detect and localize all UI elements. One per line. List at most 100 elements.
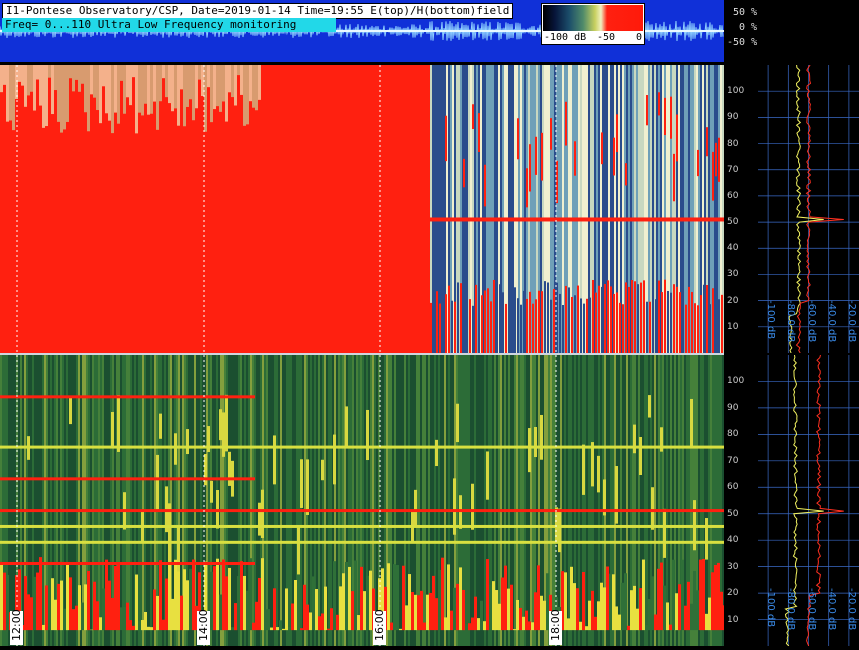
- h-heatmap-column: [232, 355, 234, 646]
- h-heatmap-lowband: [621, 583, 624, 630]
- time-label: 16:00: [373, 611, 386, 645]
- e-heatmap-lowband: [682, 296, 684, 353]
- h-heatmap-column: [276, 355, 278, 646]
- h-heatmap-lowband: [276, 627, 279, 630]
- h-heatmap-lowband: [642, 560, 645, 631]
- e-heatmap-lowband: [523, 291, 525, 353]
- h-heatmap-burst: [540, 415, 543, 460]
- e-heatmap-haze: [75, 65, 78, 80]
- h-heatmap-burst: [705, 518, 708, 560]
- e-heatmap-lowband: [661, 292, 663, 353]
- h-heatmap-lowband: [396, 565, 399, 630]
- h-heatmap-lowband: [699, 560, 702, 631]
- h-heatmap-column: [318, 355, 320, 646]
- h-heatmap-lowband: [258, 578, 261, 630]
- h-heatmap-lowband: [537, 565, 540, 630]
- h-heatmap-burst: [174, 433, 177, 464]
- e-heatmap-haze: [255, 65, 258, 110]
- h-heatmap-column: [552, 355, 554, 646]
- e-heatmap-haze: [180, 65, 183, 89]
- h-heatmap-column: [320, 355, 322, 646]
- h-heatmap-lowband: [492, 581, 495, 630]
- e-heatmap-lowband: [535, 299, 537, 353]
- e-heatmap-lowband: [472, 306, 474, 353]
- h-heatmap-column: [22, 355, 24, 646]
- h-heatmap-column: [568, 355, 570, 646]
- page-title: I1-Pontese Observatory/CSP, Date=2019-01…: [2, 3, 513, 19]
- e-heatmap-burst: [463, 159, 465, 188]
- e-heatmap-haze: [177, 65, 180, 126]
- e-heatmap-haze: [186, 65, 189, 107]
- h-heatmap-lowband: [285, 588, 288, 630]
- colorbar-gradient: [543, 5, 643, 31]
- e-heatmap-haze: [18, 65, 21, 82]
- h-heatmap-column: [684, 355, 686, 646]
- h-heatmap-column: [130, 355, 132, 646]
- e-heatmap-haze: [57, 65, 60, 122]
- e-heatmap-lowband: [541, 291, 543, 353]
- h-heatmap-lowband: [120, 607, 123, 630]
- h-heatmap-lowband: [624, 573, 627, 630]
- h-heatmap-column: [150, 355, 152, 646]
- e-heatmap-lowband: [430, 303, 432, 353]
- e-heatmap-lowband: [643, 280, 645, 353]
- h-heatmap-lowband: [105, 560, 108, 631]
- h-heatmap-lowband: [267, 609, 270, 630]
- e-heatmap-haze: [21, 65, 24, 86]
- h-heatmap-column: [690, 355, 692, 646]
- h-heatmap-lowband: [669, 625, 672, 631]
- h-heatmap-lowband: [78, 585, 81, 630]
- e-heatmap-haze: [72, 65, 75, 91]
- e-heatmap-lowband: [466, 303, 468, 353]
- h-heatmap-lowband: [324, 587, 327, 631]
- h-heatmap-lowband: [162, 620, 165, 630]
- h-heatmap-burst: [528, 428, 531, 472]
- h-heatmap-lowband: [657, 569, 660, 630]
- h-heatmap-burst: [186, 429, 189, 454]
- h-heatmap-lowband: [168, 564, 171, 630]
- e-heatmap-burst: [565, 102, 567, 146]
- h-heatmap-lowband: [438, 570, 441, 630]
- frequency-tick-label: 50: [727, 218, 738, 227]
- e-heatmap-burst: [646, 95, 648, 125]
- h-heatmap-column: [330, 355, 332, 646]
- h-heatmap-column: [132, 355, 134, 646]
- e-heatmap-haze: [213, 65, 216, 109]
- h-heatmap-lowband: [474, 597, 477, 630]
- e-heatmap-lowband: [457, 282, 459, 353]
- e-heatmap-haze: [12, 65, 15, 130]
- h-heatmap-burst: [228, 452, 231, 486]
- h-heatmap-lowband: [309, 612, 312, 630]
- h-heatmap-lowband: [87, 571, 90, 630]
- e-heatmap-lowband: [703, 285, 705, 353]
- e-heatmap-lowband: [508, 283, 510, 353]
- h-heatmap-lowband: [237, 576, 240, 630]
- frequency-label: Freq= 0...110 Ultra Low Frequency monito…: [2, 18, 336, 32]
- h-heatmap-column: [120, 355, 122, 646]
- h-db-tick-label: -40.0 dB: [826, 588, 837, 630]
- e-heatmap-haze: [150, 65, 153, 114]
- h-heatmap-lowband: [693, 571, 696, 630]
- h-heatmap-lowband: [528, 621, 531, 630]
- h-heatmap-column: [100, 355, 102, 646]
- h-heatmap-burst: [300, 459, 303, 508]
- h-heatmap-lowband: [99, 617, 102, 630]
- h-heatmap-lowband: [504, 566, 507, 631]
- h-heatmap-lowband: [570, 567, 573, 630]
- h-heatmap-lowband: [39, 557, 42, 630]
- h-heatmap-lowband: [123, 607, 126, 630]
- h-heatmap-column: [128, 355, 130, 646]
- e-heatmap-lowband: [601, 287, 603, 353]
- h-heatmap-lowband: [93, 582, 96, 630]
- h-heatmap-column: [530, 355, 532, 646]
- h-heatmap-column: [444, 355, 446, 646]
- h-heatmap-column: [290, 355, 292, 646]
- e-heatmap-haze: [117, 65, 120, 124]
- e-heatmap-haze: [111, 65, 114, 133]
- h-heatmap-lowband: [159, 560, 162, 630]
- h-heatmap-column: [10, 355, 12, 646]
- h-heatmap-lowband: [453, 588, 456, 630]
- e-heatmap-haze: [30, 65, 33, 92]
- h-heatmap-lowband: [408, 574, 411, 630]
- h-heatmap-lowband: [339, 586, 342, 630]
